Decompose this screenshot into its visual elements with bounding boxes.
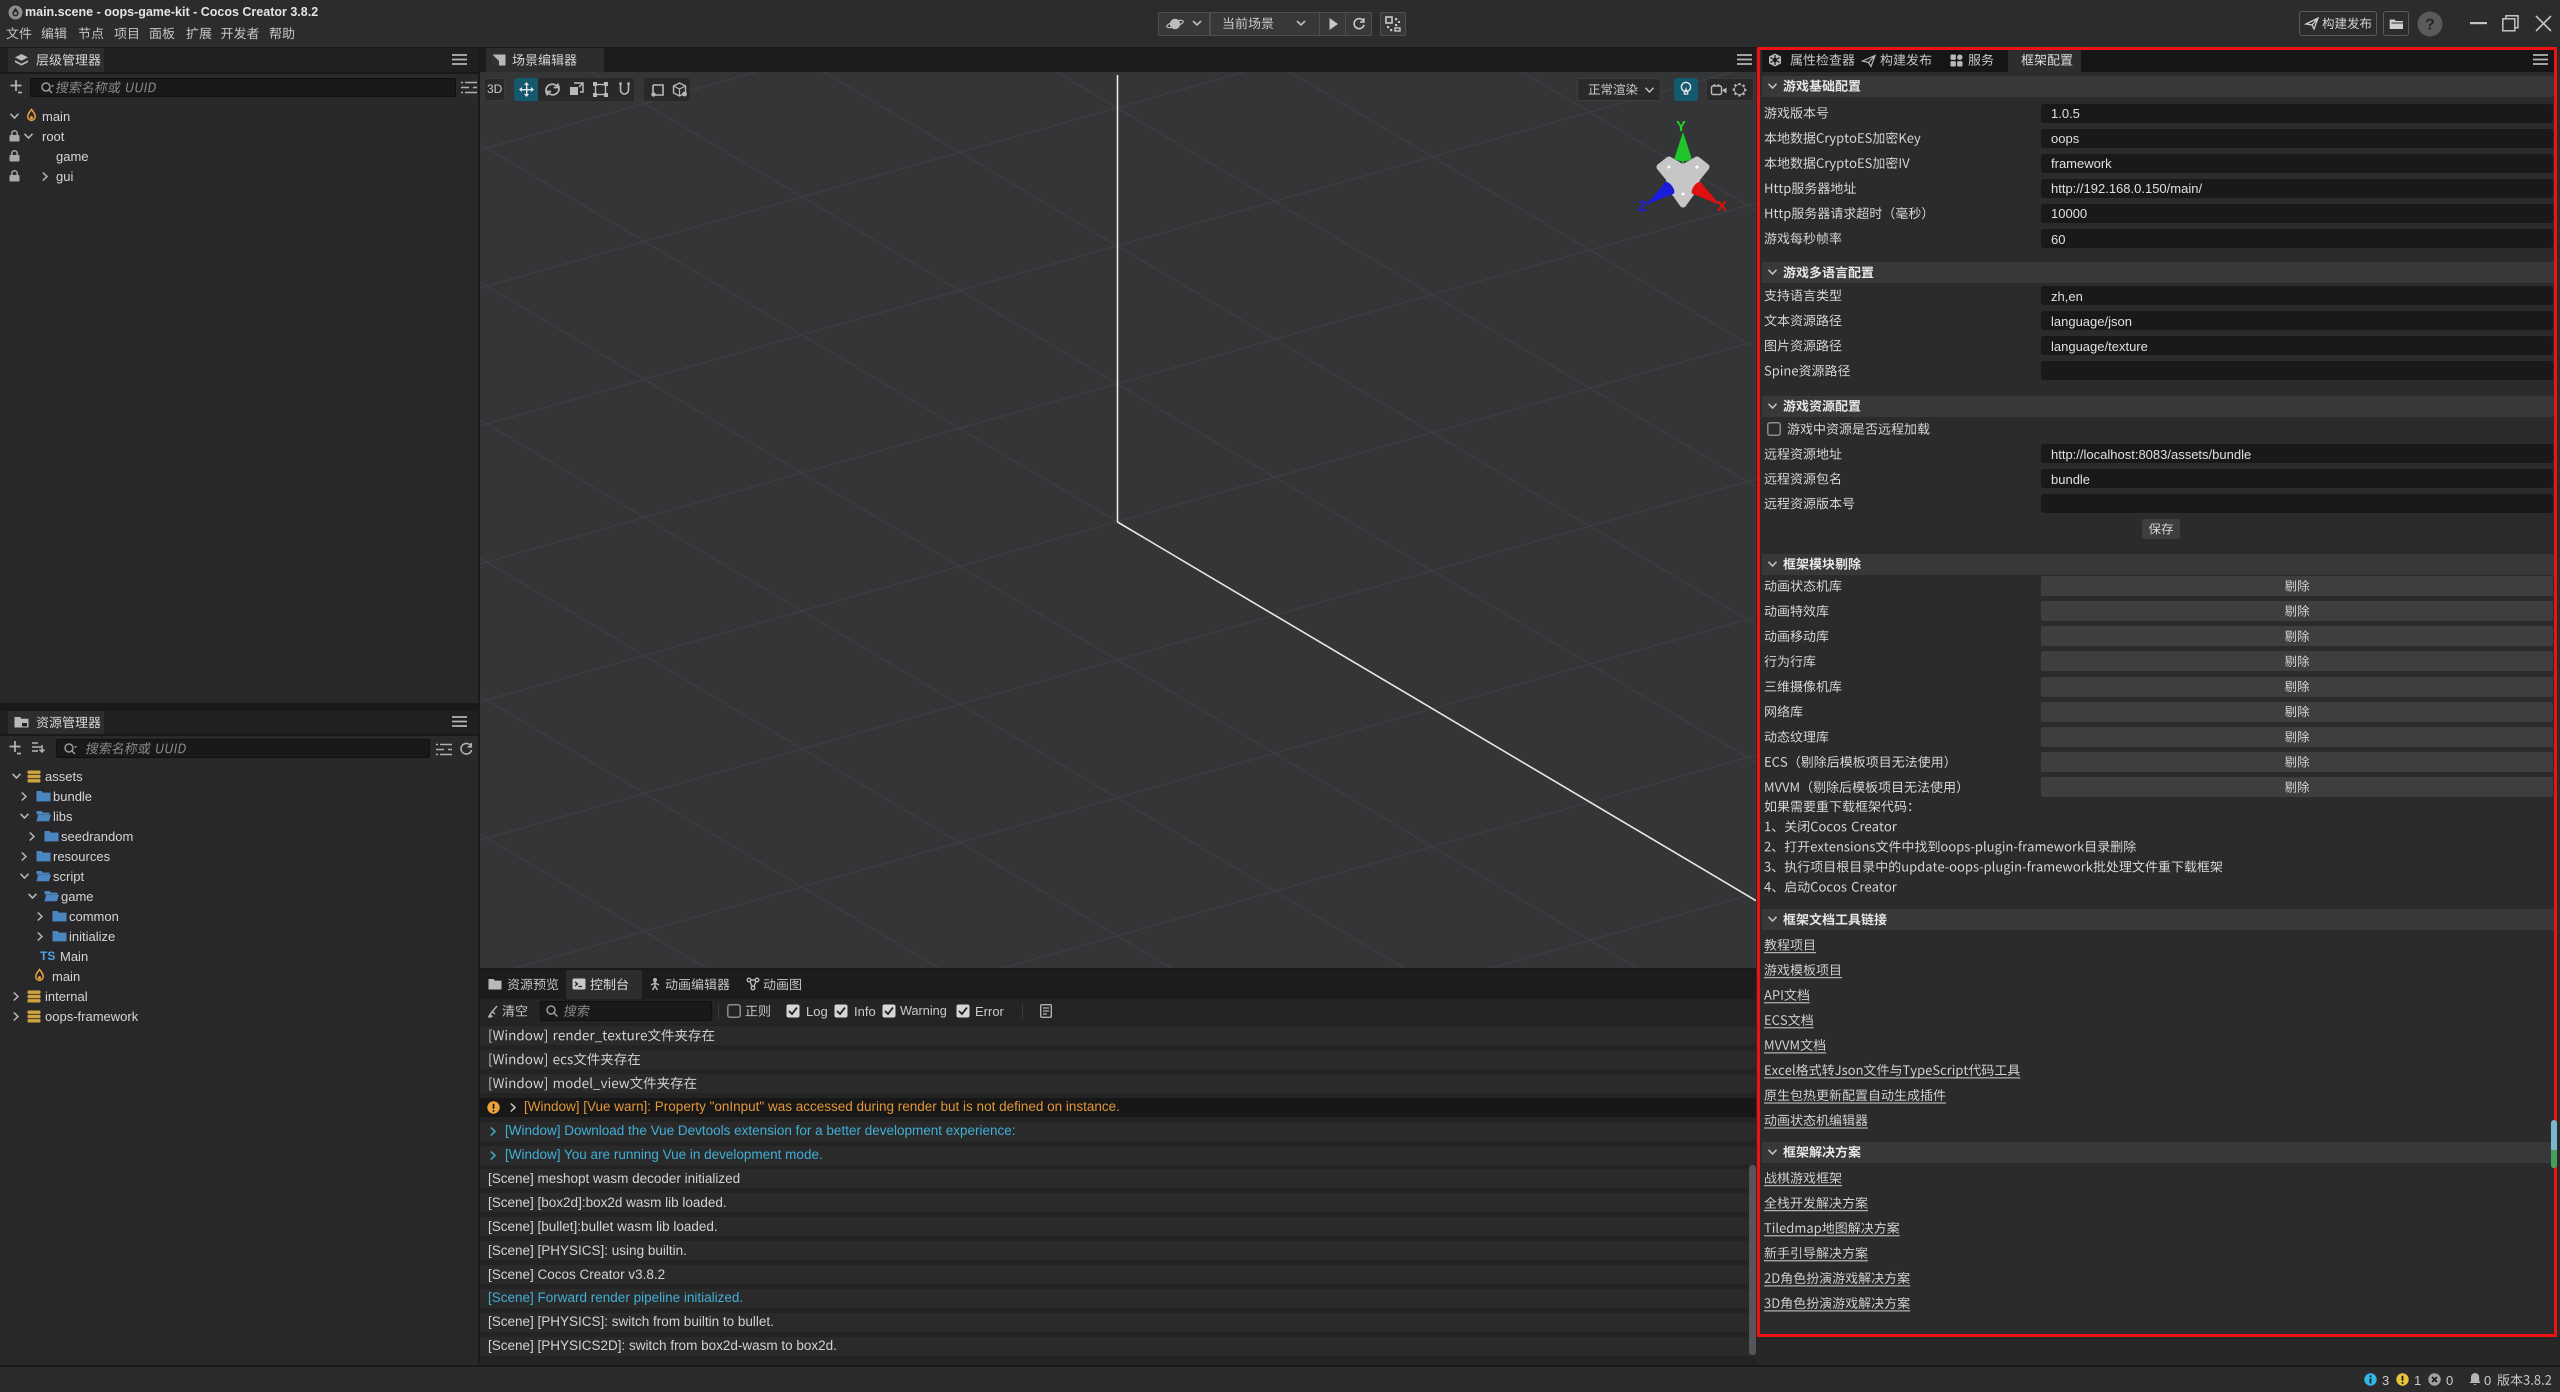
svg-text:X: X bbox=[1717, 198, 1727, 215]
svg-text:Y: Y bbox=[1676, 118, 1686, 135]
svg-text:?: ? bbox=[2425, 17, 2435, 34]
svg-text:Z: Z bbox=[1638, 198, 1647, 215]
